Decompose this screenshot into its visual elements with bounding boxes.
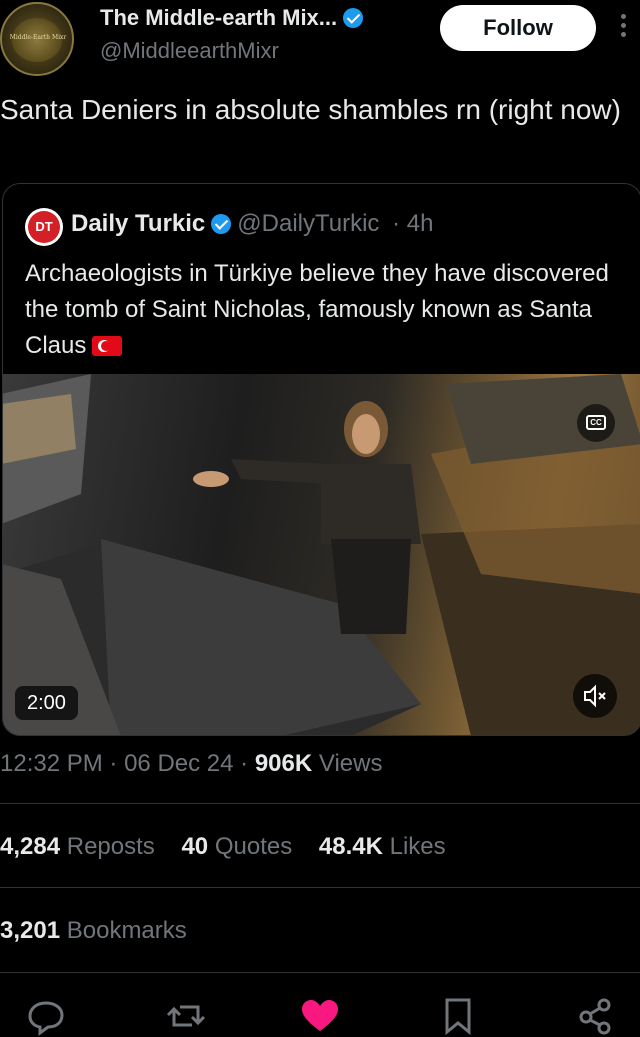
mute-button[interactable] [573, 674, 617, 718]
share-button[interactable] [574, 995, 618, 1037]
views-count: 906K [254, 750, 313, 777]
captions-button[interactable]: CC [577, 404, 615, 442]
tweet-date: 06 Dec 24 [124, 750, 234, 777]
author-name-text: The Middle-earth Mix... [100, 5, 338, 30]
quoted-display-name[interactable]: Daily Turkic [71, 210, 205, 237]
quoted-time: · 4h [392, 210, 434, 237]
author-handle[interactable]: @MiddleearthMixr [100, 38, 279, 64]
tweet-meta: 12:32 PM · 06 Dec 24 · 906K Views [0, 750, 382, 778]
turkey-flag-icon [92, 336, 123, 356]
bookmarks-count: 3,201 [0, 917, 61, 944]
verified-badge-icon [343, 8, 364, 28]
avatar-text: Middle-Earth Mixr [9, 34, 67, 41]
share-icon [579, 998, 611, 1035]
like-icon [302, 1000, 338, 1031]
more-options-icon[interactable] [618, 14, 628, 42]
meta-sep: · [240, 750, 249, 777]
quoted-tweet[interactable]: DT Daily Turkic @DailyTurkic · 4h Archaeo… [2, 183, 640, 736]
action-bar [0, 995, 640, 1037]
meta-sep: · [109, 750, 118, 777]
bookmark-icon [445, 998, 471, 1036]
divider [0, 887, 640, 888]
tweet-time: 12:32 PM [0, 750, 103, 777]
divider [0, 972, 640, 973]
tweet-header: Middle-Earth Mixr The Middle-earth Mix..… [0, 0, 640, 80]
reply-button[interactable] [24, 995, 68, 1037]
engagement-stats: 4,284 Reposts 40 Quotes 48.4K Likes [0, 833, 466, 861]
volume-muted-icon [584, 684, 606, 708]
bookmarks-label: Bookmarks [66, 917, 187, 944]
quoted-avatar-logo: DT [28, 211, 60, 243]
video-player[interactable]: CC 2:00 [3, 374, 640, 735]
divider [0, 803, 640, 804]
quoted-avatar[interactable]: DT [25, 208, 63, 246]
quotes-stat[interactable]: 40 Quotes [181, 833, 292, 861]
bookmark-button[interactable] [436, 995, 480, 1037]
reply-icon [28, 1001, 64, 1036]
video-frame [3, 374, 640, 735]
quoted-author-line: Daily Turkic @DailyTurkic · 4h [71, 210, 433, 238]
quoted-verified-badge-icon [211, 214, 232, 234]
video-duration: 2:00 [15, 686, 78, 720]
quoted-text: Archaeologists in Türkiye believe they h… [25, 256, 615, 364]
like-button[interactable] [298, 995, 342, 1037]
author-avatar[interactable]: Middle-Earth Mixr [0, 2, 74, 76]
follow-button[interactable]: Follow [440, 5, 596, 51]
likes-stat[interactable]: 48.4K Likes [319, 833, 446, 861]
repost-icon [166, 1005, 206, 1027]
reposts-stat[interactable]: 4,284 Reposts [0, 833, 155, 861]
author-display-name[interactable]: The Middle-earth Mix... [100, 5, 364, 31]
quoted-handle[interactable]: @DailyTurkic [237, 210, 379, 237]
views-label: Views [318, 750, 383, 777]
tweet-text: Santa Deniers in absolute shambles rn (r… [0, 94, 621, 125]
repost-button[interactable] [164, 995, 208, 1037]
bookmarks-stat: 3,201 Bookmarks [0, 917, 187, 945]
